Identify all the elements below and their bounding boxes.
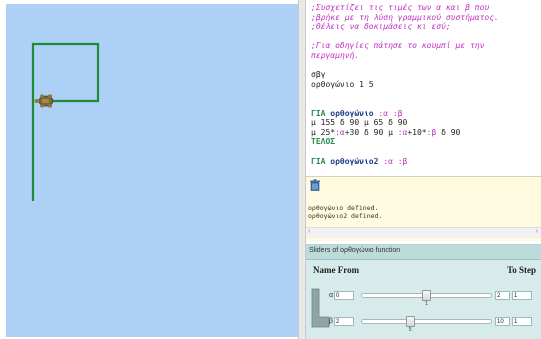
code-token: :β — [426, 127, 437, 137]
code-token: ;βρήκε με τη λύση γραμμικού συστήματος. — [311, 12, 499, 22]
code-token: :α :β — [378, 156, 408, 166]
slider-row-alpha-name: α — [329, 292, 334, 299]
slider-beta-from-input[interactable]: 2 — [334, 317, 354, 326]
code-line: ορθογώνιο 1 5 — [311, 80, 374, 90]
output-horizontal-scrollbar[interactable]: ‹ › — [306, 227, 541, 238]
turtle-drawing — [31, 42, 100, 201]
output-line: ορθογώνιο defined. — [308, 204, 379, 212]
header-to-step: To Step — [507, 265, 536, 275]
slider-alpha-thumb[interactable] — [422, 290, 431, 301]
code-line: ΓΙΑ ορθογώνιο :α :β — [311, 109, 403, 119]
code-editor[interactable]: ;Συσχετίζει τις τιμές των α και β που ;βρ… — [306, 0, 541, 176]
output-line: ορθογώνιο2 defined. — [308, 212, 383, 220]
sliders-panel-titlebar: Sliders of ορθογώνιο function — [306, 245, 541, 260]
code-token: ορθογώνιο2 — [330, 156, 379, 166]
slider-beta-step-input[interactable]: 1 — [512, 317, 532, 326]
turtle-icon — [34, 94, 54, 108]
slider-beta-to-input[interactable]: 10 — [495, 317, 510, 326]
slider-row-beta-name: β — [329, 318, 334, 325]
code-token: δ 90 — [436, 127, 461, 137]
code-line: ;Συσχετίζει τις τιμές των α και β που — [311, 3, 489, 13]
code-token: ΤΕΛΟΣ — [311, 137, 336, 147]
code-token: περγαμηνή. — [311, 51, 360, 60]
code-line: περγαμηνή. — [311, 51, 359, 61]
code-token: ορθογώνιο — [330, 108, 374, 118]
code-token: :α — [335, 127, 345, 137]
code-line: ;Για οδηγίες πάτησε το κουμπί με την — [311, 41, 484, 51]
code-line: ;βρήκε με τη λύση γραμμικού συστήματος. — [311, 13, 499, 23]
header-name-from: Name From — [313, 265, 360, 275]
code-token: ;Θέλεις να δοκιμάσεις κι εσύ; — [311, 22, 451, 32]
turtle-canvas[interactable] — [6, 4, 298, 337]
code-token: μ 155 δ 90 μ 65 δ 90 — [311, 118, 408, 128]
code-line: σβγ — [311, 70, 325, 80]
trash-icon[interactable] — [309, 179, 321, 191]
code-line: ;Θέλεις να δοκιμάσεις κι εσύ; — [311, 22, 451, 32]
slider-alpha-to-input[interactable]: 2 — [495, 291, 510, 300]
code-line: μ 155 δ 90 μ 65 δ 90 — [311, 118, 407, 128]
code-token: ;Για οδηγίες πάτησε το κουμπί με την — [311, 41, 485, 51]
slider-beta-thumb[interactable] — [405, 316, 415, 327]
code-token: ΓΙΑ — [311, 156, 331, 166]
code-line: ΓΙΑ ορθογώνιο2 :α :β — [311, 157, 407, 167]
logo-t-icon — [311, 288, 330, 328]
code-token: μ 25* — [311, 127, 336, 137]
slider-alpha-value: 1 — [425, 301, 429, 307]
code-token: ορθογώνιο 1 5 — [311, 79, 374, 89]
code-line: μ 25*:α+30 δ 90 μ :α+10*:β δ 90 — [311, 128, 460, 138]
sliders-panel: Sliders of ορθογώνιο function Name From … — [306, 244, 541, 339]
code-token: ΓΙΑ — [311, 108, 331, 118]
scroll-left-icon[interactable]: ‹ — [308, 228, 310, 235]
code-token: :α :β — [373, 108, 403, 118]
slider-beta-value: 5 — [408, 327, 412, 333]
code-token: +30 δ 90 μ — [344, 127, 398, 137]
splitter[interactable] — [298, 0, 306, 339]
turtle-path — [31, 42, 100, 201]
slider-alpha-step-input[interactable]: 1 — [512, 291, 532, 300]
scroll-right-icon[interactable]: › — [536, 228, 538, 235]
slider-beta-track[interactable] — [361, 319, 492, 324]
code-token: +10* — [407, 127, 427, 137]
code-token: :α — [397, 127, 408, 137]
sliders-panel-title: Sliders of ορθογώνιο function — [309, 247, 401, 254]
code-token: σβγ — [311, 70, 326, 80]
code-line: ΤΕΛΟΣ — [311, 137, 335, 147]
code-token: ;Συσχετίζει τις τιμές των α και β που — [311, 3, 490, 12]
slider-alpha-from-input[interactable]: 0 — [334, 291, 354, 300]
output-console: ορθογώνιο defined. ορθογώνιο2 defined. ‹… — [306, 176, 541, 241]
